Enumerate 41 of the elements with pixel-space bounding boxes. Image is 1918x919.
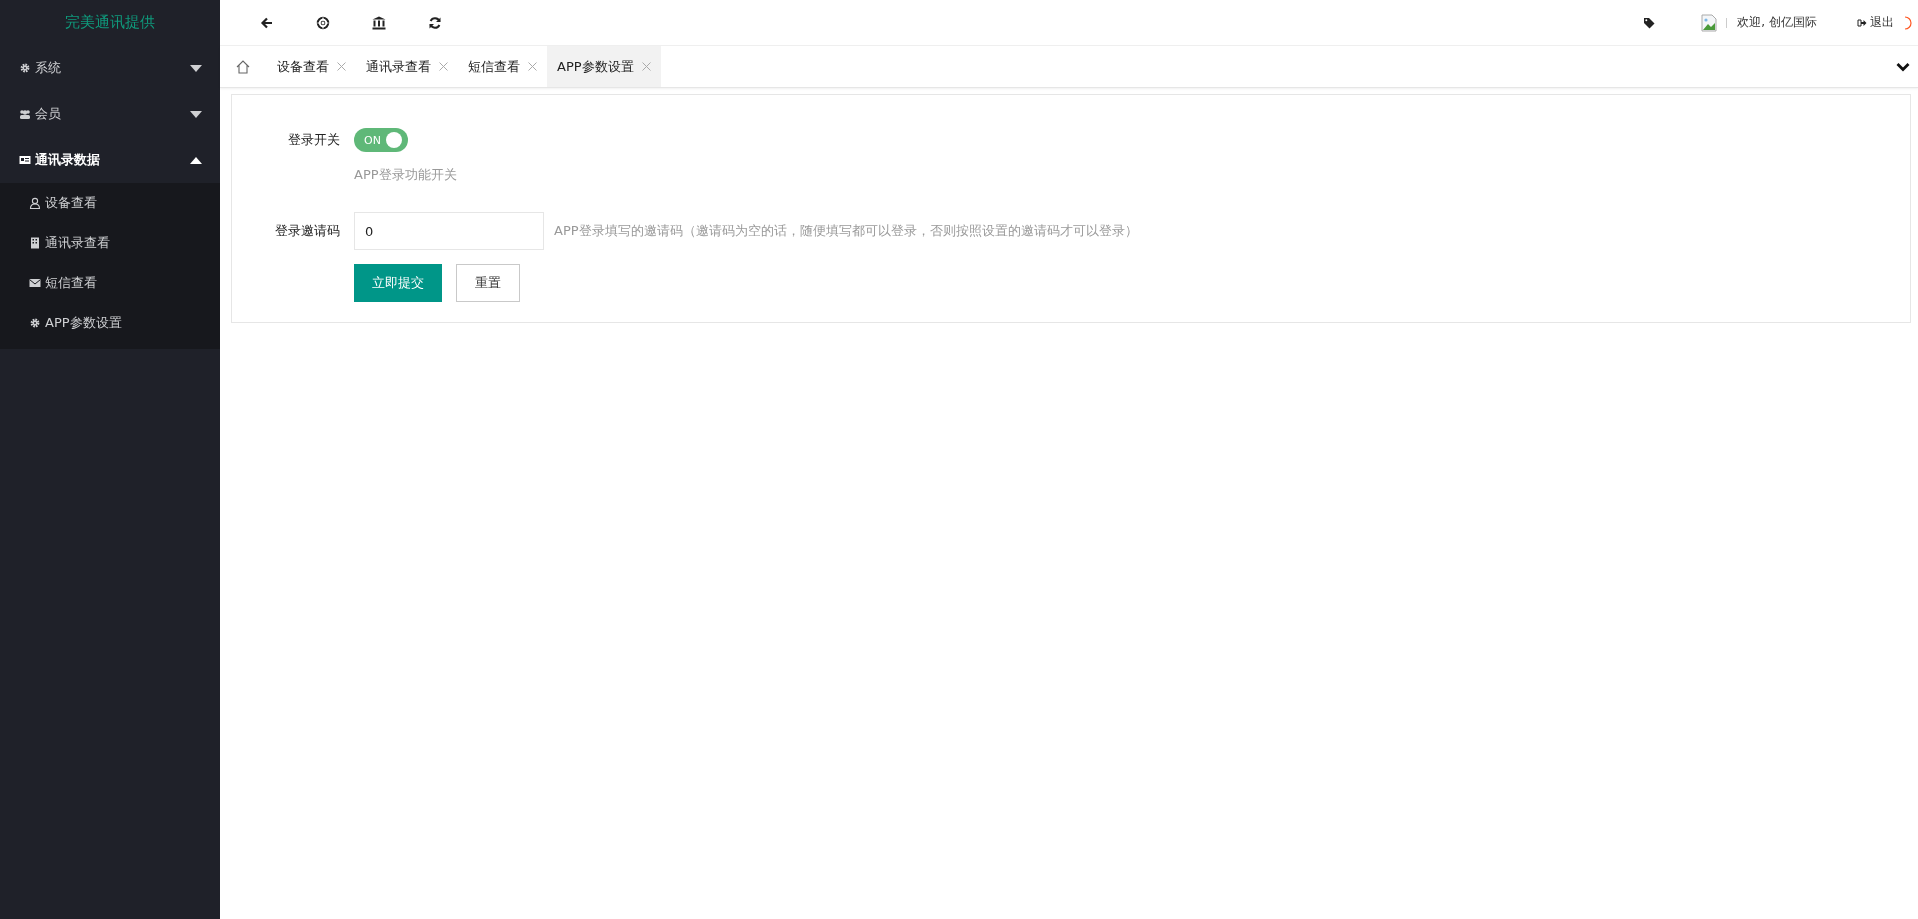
reset-button[interactable]: 重置	[456, 264, 520, 302]
sidebar-subitem[interactable]: 通讯录查看	[0, 223, 220, 263]
tab[interactable]: 短信查看	[458, 46, 547, 87]
broken-image-icon	[1700, 12, 1719, 33]
caret-icon	[190, 156, 202, 164]
tab[interactable]: 通讯录查看	[356, 46, 458, 87]
logout-link[interactable]: 退出	[1857, 14, 1894, 31]
refresh-icon[interactable]	[428, 15, 442, 30]
brand-title: 完美通讯提供	[64, 12, 156, 33]
sidebar-item[interactable]: 会员	[0, 91, 220, 137]
field-label: 登录开关	[287, 131, 341, 149]
spinner-icon	[1904, 15, 1912, 30]
sidebar-subitem[interactable]: APP参数设置	[0, 303, 220, 343]
back-arrow-icon[interactable]	[260, 15, 274, 30]
mail-icon	[29, 277, 41, 289]
sidebar-subitem[interactable]: 短信查看	[0, 263, 220, 303]
field-label: 登录邀请码	[274, 222, 341, 240]
input-field[interactable]: 0	[354, 212, 544, 250]
submit-button[interactable]: 立即提交	[354, 264, 442, 302]
gear-icon	[19, 62, 31, 74]
sidebar-item[interactable]: 通讯录数据	[0, 137, 220, 183]
tab[interactable]: 设备查看	[267, 46, 356, 87]
tag-icon[interactable]	[1643, 16, 1656, 29]
logout-icon	[1857, 17, 1867, 28]
users-icon	[19, 108, 31, 120]
gear-icon	[29, 317, 41, 329]
caret-icon	[190, 110, 202, 118]
hint-text: APP登录功能开关	[354, 166, 458, 184]
id-card-icon	[19, 154, 31, 166]
tab[interactable]: APP参数设置	[547, 46, 661, 87]
lifebuoy-icon[interactable]	[316, 15, 330, 30]
chevron-down-icon[interactable]	[1896, 61, 1910, 72]
sidebar-item[interactable]: 系统	[0, 45, 220, 91]
bank-icon[interactable]	[372, 15, 386, 30]
caret-icon	[190, 64, 202, 72]
welcome-text: 欢迎, 创亿国际	[1737, 14, 1817, 31]
sidebar-subitem[interactable]: 设备查看	[0, 183, 220, 223]
hint-text: APP登录填写的邀请码（邀请码为空的话，随便填写都可以登录，否则按照设置的邀请码才可以登录）	[554, 222, 1138, 240]
home-icon[interactable]	[235, 58, 251, 75]
book-icon	[29, 237, 41, 249]
user-icon	[29, 197, 41, 209]
